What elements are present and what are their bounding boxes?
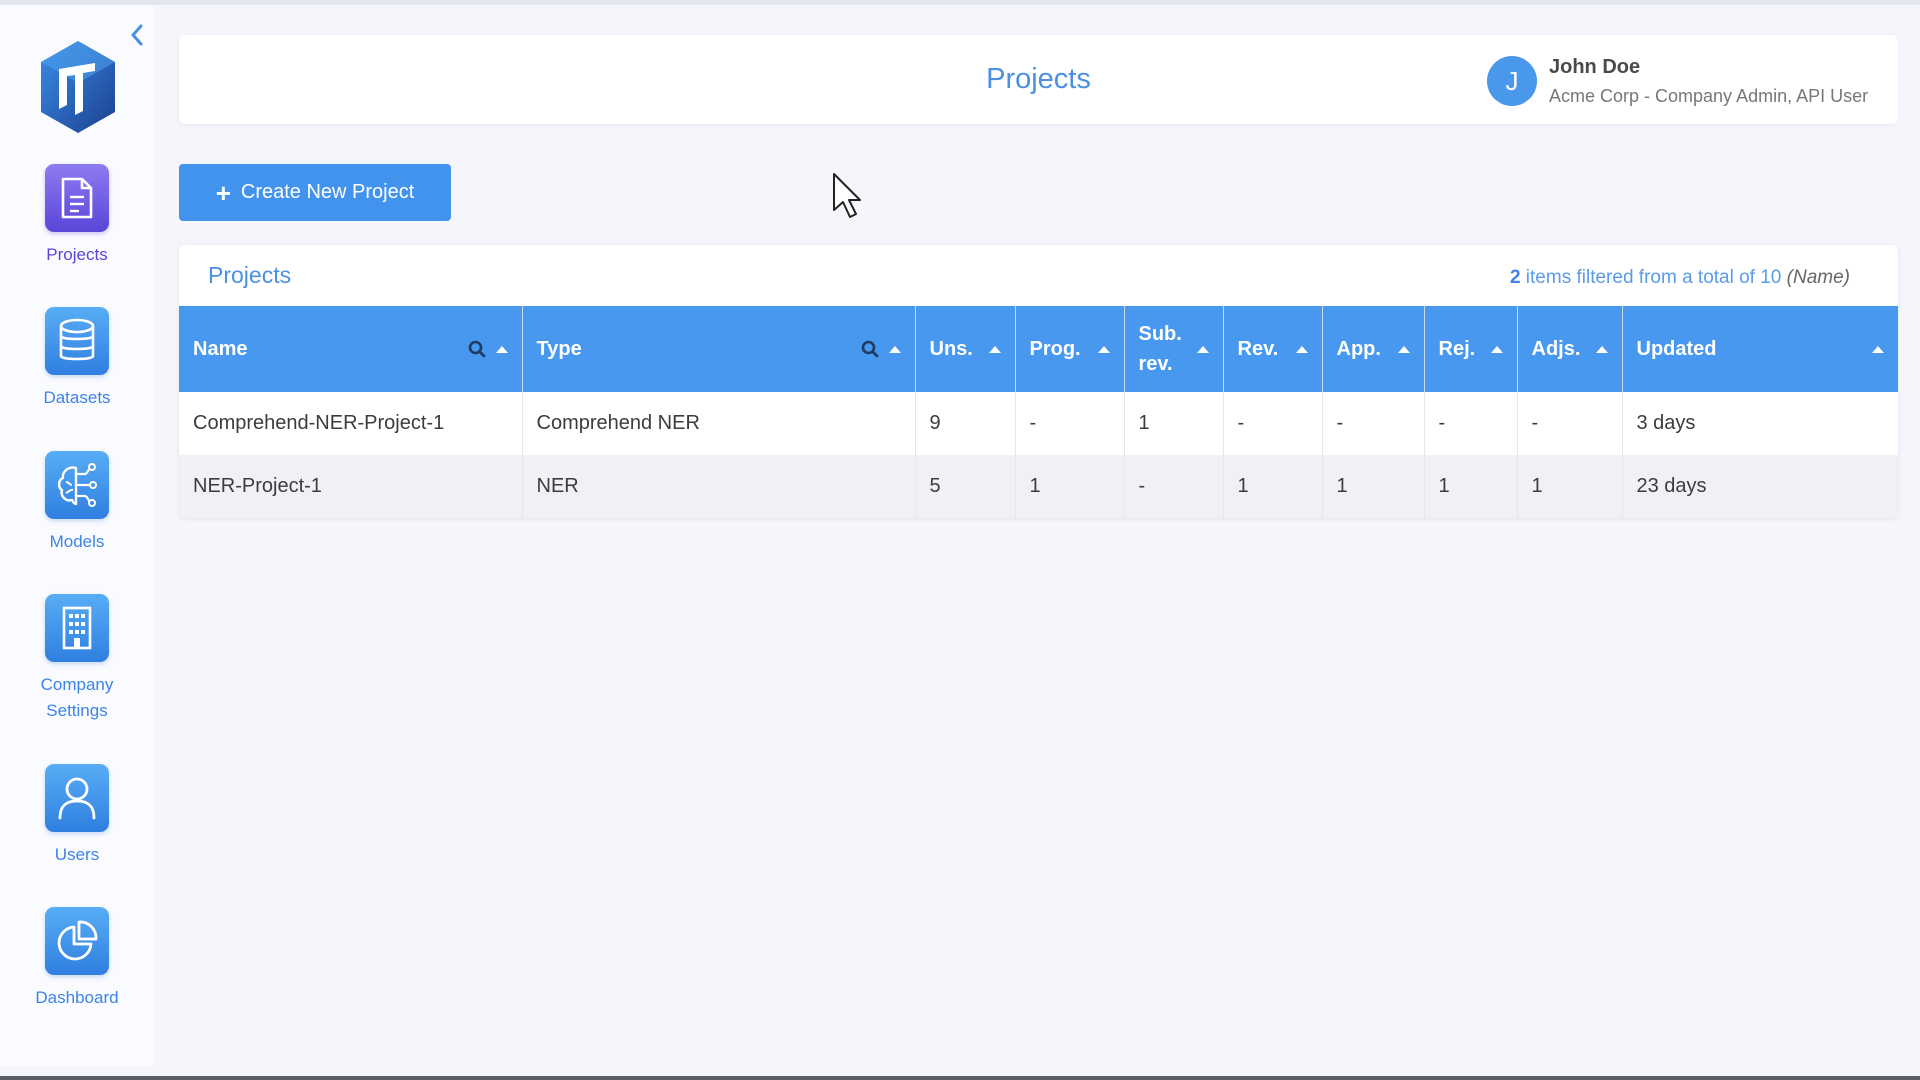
column-header-name[interactable]: Name bbox=[179, 306, 523, 392]
sidebar-item-label: Company Settings bbox=[40, 675, 114, 720]
sidebar-item-label: Users bbox=[54, 845, 100, 864]
page-header: Projects J John Doe Acme Corp - Company … bbox=[179, 35, 1898, 124]
column-header-adjs[interactable]: Adjs. bbox=[1517, 306, 1623, 392]
create-button-label: Create New Project bbox=[240, 181, 415, 203]
cell-rej: - bbox=[1424, 392, 1518, 455]
column-header-uns[interactable]: Uns. bbox=[915, 306, 1016, 392]
cell-adjs: 1 bbox=[1517, 455, 1623, 518]
cell-sub-rev: 1 bbox=[1124, 392, 1224, 455]
cell-rev: - bbox=[1223, 392, 1323, 455]
column-header-sub-rev[interactable]: Sub. rev. bbox=[1124, 306, 1224, 392]
sidebar-item-company-settings[interactable]: Company Settings bbox=[0, 594, 154, 724]
column-header-rev[interactable]: Rev. bbox=[1223, 306, 1323, 392]
cell-uns: 5 bbox=[915, 455, 1016, 518]
cell-prog: 1 bbox=[1015, 455, 1125, 518]
user-role: Acme Corp - Company Admin, API User bbox=[1549, 86, 1869, 106]
cell-name[interactable]: NER-Project-1 bbox=[179, 455, 523, 518]
pie-chart-icon bbox=[57, 920, 98, 961]
sidebar-item-models[interactable]: Models bbox=[0, 451, 154, 555]
projects-table-card: Projects 2 items filtered from a total o… bbox=[179, 245, 1898, 518]
sort-asc-icon[interactable] bbox=[888, 345, 901, 353]
cell-type: NER bbox=[522, 455, 916, 518]
cell-updated: 3 days bbox=[1636, 412, 1696, 434]
column-header-rej[interactable]: Rej. bbox=[1424, 306, 1518, 392]
sort-asc-icon[interactable] bbox=[1295, 345, 1308, 353]
sidebar-item-label: Datasets bbox=[43, 388, 111, 407]
document-icon bbox=[61, 177, 93, 219]
filter-text: items filtered from a total of 10 bbox=[1520, 267, 1787, 288]
filter-summary: 2 items filtered from a total of 10 (Nam… bbox=[1510, 267, 1850, 289]
create-new-project-button[interactable]: + Create New Project bbox=[179, 164, 451, 221]
app-logo[interactable] bbox=[37, 39, 119, 135]
table-row[interactable]: Comprehend-NER-Project-1 Comprehend NER … bbox=[179, 392, 1898, 455]
brain-circuit-icon bbox=[57, 463, 97, 507]
sort-asc-icon[interactable] bbox=[1872, 345, 1884, 353]
sort-asc-icon[interactable] bbox=[1490, 345, 1503, 353]
cell-app: - bbox=[1322, 392, 1425, 455]
database-icon bbox=[59, 318, 95, 361]
table-title: Projects bbox=[208, 262, 292, 288]
cell-type: Comprehend NER bbox=[522, 392, 916, 455]
sidebar-item-label: Projects bbox=[46, 245, 108, 264]
sort-asc-icon[interactable] bbox=[495, 345, 508, 353]
cell-uns: 9 bbox=[915, 392, 1016, 455]
sidebar-item-datasets[interactable]: Datasets bbox=[0, 307, 154, 411]
mouse-cursor-icon bbox=[833, 173, 861, 218]
sidebar-item-users[interactable]: Users bbox=[0, 764, 154, 868]
cell-name[interactable]: Comprehend-NER-Project-1 bbox=[179, 392, 523, 455]
sort-asc-icon[interactable] bbox=[1196, 345, 1209, 353]
cell-prog: - bbox=[1015, 392, 1125, 455]
user-name[interactable]: John Doe bbox=[1549, 56, 1640, 79]
column-header-app[interactable]: App. bbox=[1322, 306, 1425, 392]
user-icon bbox=[58, 777, 96, 820]
avatar[interactable]: J bbox=[1487, 56, 1537, 106]
column-header-updated[interactable]: Updated bbox=[1622, 306, 1898, 392]
sidebar-item-dashboard[interactable]: Dashboard bbox=[0, 907, 154, 1011]
bottom-border bbox=[0, 1076, 1920, 1080]
sidebar-item-label: Dashboard bbox=[35, 988, 119, 1007]
column-header-prog[interactable]: Prog. bbox=[1015, 306, 1125, 392]
column-header-type[interactable]: Type bbox=[522, 306, 916, 392]
cell-app: 1 bbox=[1322, 455, 1425, 518]
sort-asc-icon[interactable] bbox=[1397, 345, 1410, 353]
cell-sub-rev: - bbox=[1124, 455, 1224, 518]
cell-rev: 1 bbox=[1223, 455, 1323, 518]
sidebar-item-projects[interactable]: Projects bbox=[0, 164, 154, 268]
collapse-sidebar-button[interactable] bbox=[126, 21, 148, 49]
search-icon[interactable] bbox=[468, 340, 486, 358]
plus-icon: + bbox=[215, 177, 231, 208]
table-row[interactable]: NER-Project-1 NER 5 1 - 1 1 1 1 23 days bbox=[179, 455, 1898, 518]
search-icon[interactable] bbox=[861, 340, 879, 358]
cell-rej: 1 bbox=[1424, 455, 1518, 518]
sidebar-item-label: Models bbox=[49, 532, 105, 551]
sort-asc-icon[interactable] bbox=[988, 345, 1001, 353]
filter-count: 2 bbox=[1509, 267, 1521, 288]
cell-adjs: - bbox=[1517, 392, 1623, 455]
cell-updated: 23 days bbox=[1622, 455, 1898, 518]
building-icon bbox=[62, 606, 92, 650]
filter-field: (Name) bbox=[1786, 267, 1850, 288]
chevron-left-icon bbox=[131, 24, 143, 46]
sort-asc-icon[interactable] bbox=[1595, 345, 1608, 353]
sort-asc-icon[interactable] bbox=[1097, 345, 1110, 353]
top-border bbox=[0, 0, 1920, 5]
projects-table: Name Type Uns. Prog. Sub. rev. Rev. App.… bbox=[179, 306, 1898, 518]
table-header-row: Name Type Uns. Prog. Sub. rev. Rev. App.… bbox=[179, 306, 1898, 392]
sidebar: Projects Datasets Models Company Setting… bbox=[0, 5, 154, 1066]
